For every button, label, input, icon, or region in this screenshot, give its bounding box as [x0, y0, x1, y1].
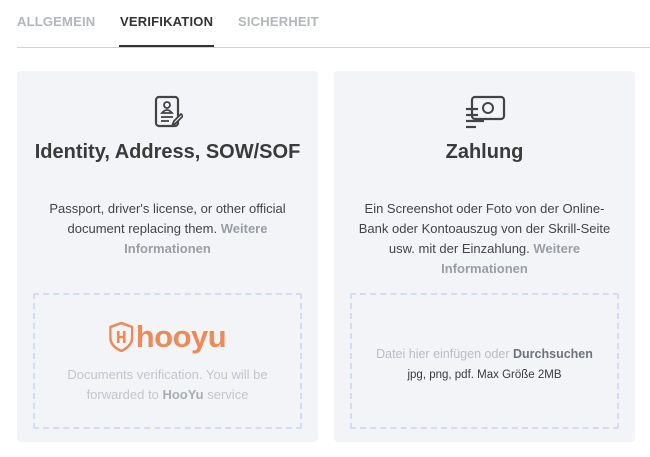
payment-description: Ein Screenshot oder Foto von der Online-… — [352, 199, 617, 279]
identity-card: Identity, Address, SOW/SOF Passport, dri… — [17, 71, 318, 442]
hooyu-logo: hooyu — [108, 319, 227, 354]
hooyu-verification-zone[interactable]: hooyu Documents verification. You will b… — [33, 293, 302, 429]
browse-link[interactable]: Durchsuchen — [513, 347, 593, 361]
active-tab-indicator — [119, 45, 214, 47]
tab-verifikation[interactable]: VERIFIKATION — [120, 14, 213, 29]
id-document-icon — [153, 95, 184, 134]
hooyu-shield-icon — [108, 321, 133, 352]
payment-title: Zahlung — [445, 141, 524, 163]
hooyu-logo-text: hooyu — [135, 319, 227, 354]
upload-paste-text: Datei hier einfügen oder — [376, 347, 510, 361]
upload-formats: jpg, png, pdf. Max Größe 2MB — [407, 369, 562, 381]
upload-instruction: Datei hier einfügen oder Durchsuchen — [352, 347, 617, 361]
tab-sicherheit[interactable]: SICHERHEIT — [238, 14, 319, 29]
tab-allgemein[interactable]: ALLGEMEIN — [17, 14, 95, 29]
payment-card: Zahlung Ein Screenshot oder Foto von der… — [334, 71, 635, 442]
tab-bar: ALLGEMEIN VERIFIKATION SICHERHEIT — [17, 0, 650, 48]
payment-upload-dropzone[interactable]: Datei hier einfügen oder Durchsuchen jpg… — [350, 293, 619, 429]
hooyu-description: Documents verification. You will be forw… — [45, 365, 290, 405]
identity-title: Identity, Address, SOW/SOF — [34, 141, 301, 163]
hooyu-text-after: service — [207, 387, 249, 402]
hooyu-service-name: HooYu — [162, 387, 204, 402]
identity-description: Passport, driver's license, or other off… — [35, 199, 300, 259]
payment-document-icon — [464, 95, 506, 134]
